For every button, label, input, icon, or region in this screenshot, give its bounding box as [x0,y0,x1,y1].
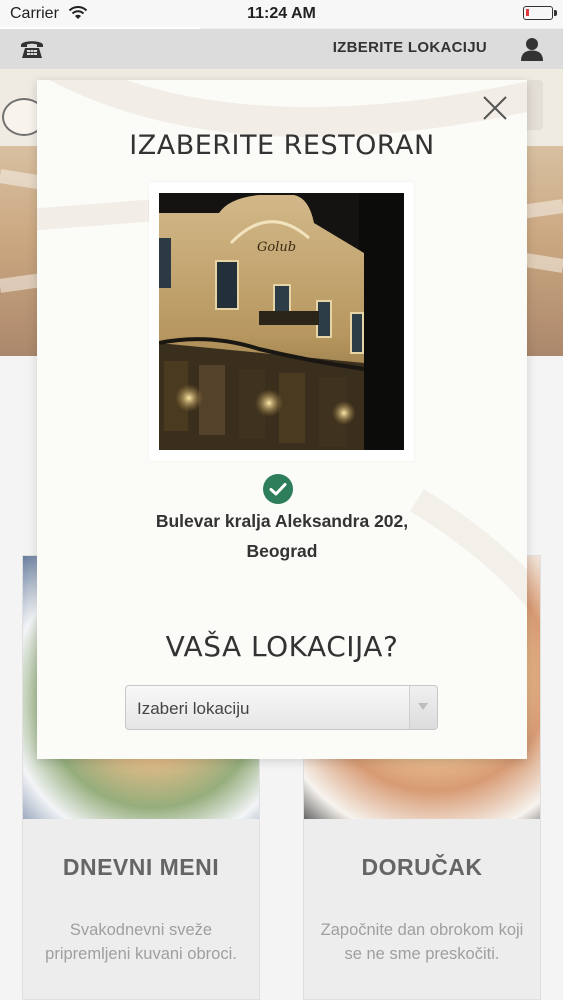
top-nav: IZBERITE LOKACIJU [0,29,563,69]
choose-location-link[interactable]: IZBERITE LOKACIJU [333,39,487,56]
location-question: VAŠA LOKACIJA? [165,630,399,663]
battery-icon [523,6,557,20]
chevron-down-icon [418,703,428,710]
status-bar: Carrier 11:24 AM [0,0,563,29]
phone-icon[interactable] [18,37,46,61]
restaurant-address: Bulevar kralja Aleksandra 202, Beograd [155,511,409,561]
clock: 11:24 AM [247,5,316,22]
location-select-value: Izaberi lokaciju [137,699,250,718]
dropdown-arrow[interactable] [409,686,437,729]
user-icon[interactable] [519,36,545,62]
modal-title: IZABERITE RESTORAN [129,130,435,161]
check-circle-icon [263,474,293,504]
restaurant-modal: IZABERITE RESTORAN Golub Bulevar kralja … [37,80,527,759]
photo-sign-text: Golub [257,240,296,255]
restaurant-photo: Golub [159,193,404,450]
close-icon[interactable] [481,94,509,122]
location-select[interactable]: Izaberi lokaciju [125,685,438,730]
restaurant-photo-frame: Golub [149,182,414,461]
